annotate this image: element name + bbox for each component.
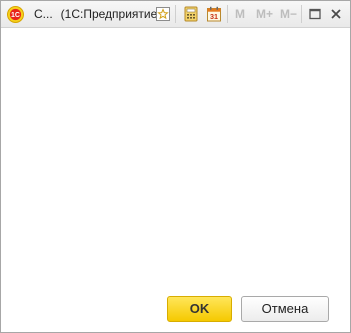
- form-content: [1, 28, 350, 332]
- cancel-button[interactable]: Отмена: [241, 296, 329, 322]
- title-bar: 1С С... (1С:Предприятие) 31 M M+ M−: [1, 1, 350, 28]
- title-form-name: С...: [34, 7, 53, 21]
- 1c-logo-icon: 1С: [7, 6, 24, 23]
- ok-button[interactable]: OK: [167, 296, 232, 322]
- dialog-window: 1С С... (1С:Предприятие) 31 M M+ M− OK О…: [0, 0, 351, 333]
- toolbar-separator: [301, 5, 302, 23]
- title-app-name: (1С:Предприятие): [60, 7, 162, 21]
- svg-text:1С: 1С: [11, 12, 20, 19]
- memory-subtract-button[interactable]: M−: [280, 7, 297, 21]
- calendar-day: 31: [210, 12, 218, 21]
- memory-add-button[interactable]: M+: [256, 7, 273, 21]
- favorites-icon[interactable]: [155, 6, 171, 22]
- toolbar-separator: [227, 5, 228, 23]
- maximize-icon[interactable]: [307, 6, 323, 22]
- calendar-icon[interactable]: 31: [206, 6, 222, 22]
- toolbar-separator: [175, 5, 176, 23]
- memory-recall-button[interactable]: M: [235, 7, 245, 21]
- calculator-icon[interactable]: [183, 6, 199, 22]
- window-title: С... (1С:Предприятие): [34, 7, 161, 21]
- close-icon[interactable]: [328, 6, 344, 22]
